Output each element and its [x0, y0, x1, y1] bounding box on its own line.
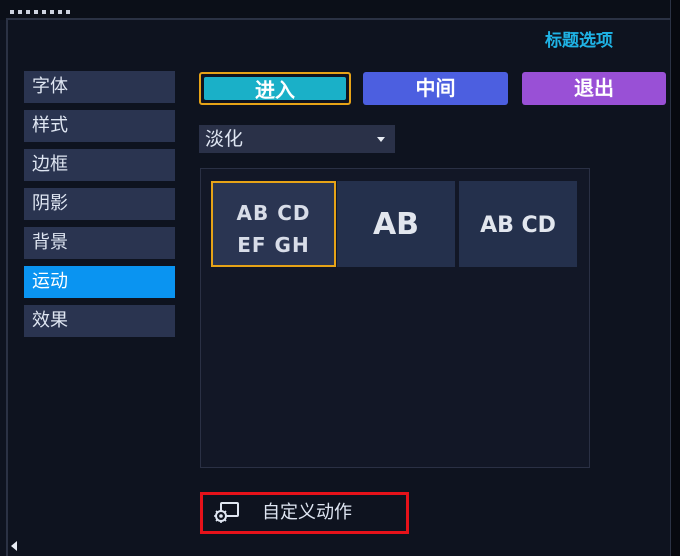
- sidebar-item-style[interactable]: 样式: [24, 110, 175, 142]
- animation-type-select[interactable]: 淡化: [199, 125, 395, 153]
- sidebar-item-shadow[interactable]: 阴影: [24, 188, 175, 220]
- enter-button-label: 进入: [204, 77, 346, 102]
- sidebar-item-font[interactable]: 字体: [24, 71, 175, 103]
- top-divider: [8, 18, 670, 20]
- preset-grid: AB CD EF GH AB AB CD: [200, 168, 590, 468]
- preset-tile-1-line1: AB CD: [236, 201, 311, 225]
- panel-title: 标题选项: [545, 31, 613, 51]
- middle-button[interactable]: 中间: [363, 72, 508, 105]
- custom-action-icon[interactable]: [212, 499, 242, 525]
- custom-action-label[interactable]: 自定义动作: [262, 498, 352, 524]
- sidebar-item-motion[interactable]: 运动: [24, 266, 175, 298]
- sidebar-item-background[interactable]: 背景: [24, 227, 175, 259]
- drag-handle-icon[interactable]: [10, 10, 72, 14]
- sidebar-item-effect[interactable]: 效果: [24, 305, 175, 337]
- scroll-left-icon[interactable]: [11, 541, 17, 551]
- sidebar-item-border[interactable]: 边框: [24, 149, 175, 181]
- exit-button[interactable]: 退出: [522, 72, 666, 105]
- preset-tile-1[interactable]: AB CD EF GH: [211, 181, 336, 267]
- right-edge: [670, 0, 680, 556]
- preset-tile-2[interactable]: AB: [337, 181, 455, 267]
- preset-tile-2-text: AB: [372, 207, 420, 242]
- preset-tile-3[interactable]: AB CD: [459, 181, 577, 267]
- chevron-down-icon: [377, 137, 385, 142]
- enter-button[interactable]: 进入: [199, 72, 351, 105]
- animation-type-value: 淡化: [205, 128, 244, 150]
- left-divider: [6, 18, 8, 556]
- preset-tile-1-line2: EF GH: [237, 233, 310, 257]
- preset-tile-3-text: AB CD: [480, 213, 556, 238]
- panel-header-bar: [0, 0, 680, 20]
